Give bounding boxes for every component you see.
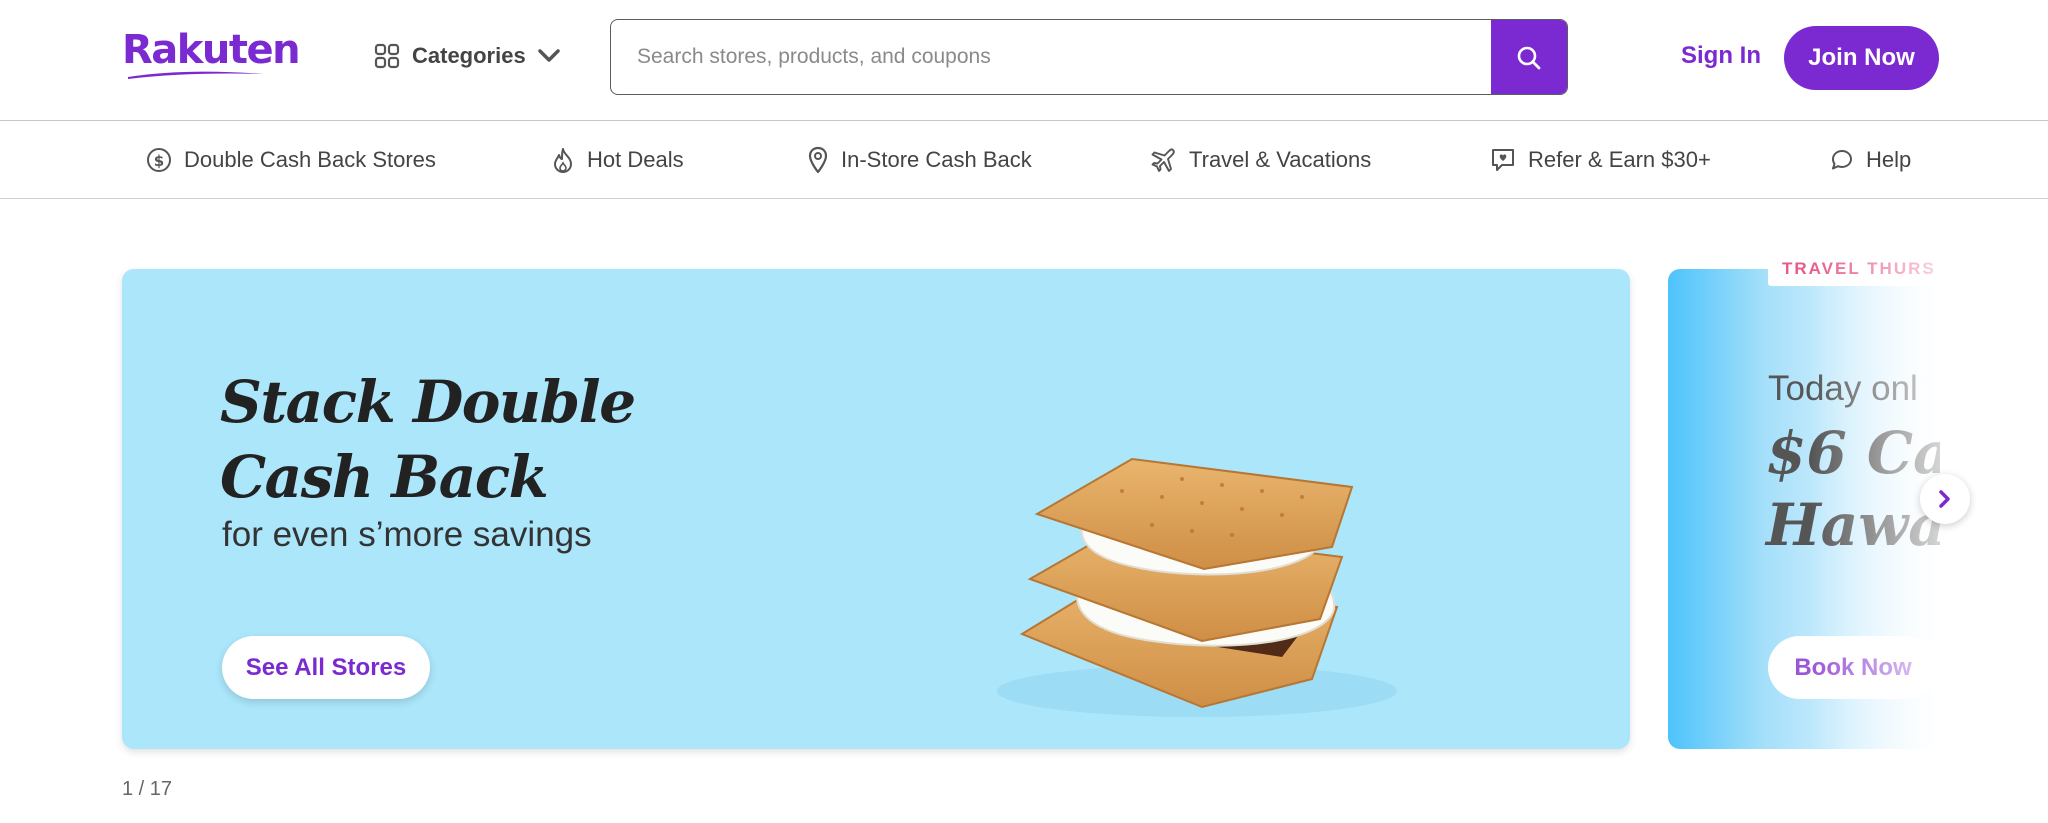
hero-slide-2[interactable]: Today onl $6 Cas Hawa Book Now [1668, 269, 1940, 749]
flame-icon [554, 148, 572, 173]
nav-item-refer-earn[interactable]: Refer & Earn $30+ [1490, 145, 1711, 175]
nav-item-label: Hot Deals [587, 147, 684, 172]
search-icon [1517, 46, 1541, 70]
airplane-icon [1151, 148, 1175, 172]
book-now-button[interactable]: Book Now [1768, 636, 1938, 699]
nav-item-hot-deals[interactable]: Hot Deals [551, 145, 684, 175]
join-now-button[interactable]: Join Now [1784, 26, 1939, 90]
search-button[interactable] [1491, 20, 1567, 94]
sign-in-link[interactable]: Sign In [1681, 42, 1761, 70]
nav-item-in-store[interactable]: In-Store Cash Back [807, 145, 1032, 175]
search-input[interactable] [611, 20, 1493, 93]
map-pin-icon [808, 146, 828, 174]
nav-item-label: Help [1866, 147, 1912, 172]
carousel-counter: 1 / 17 [122, 778, 173, 800]
slide-headline: Stack Double Cash Back [220, 368, 636, 511]
search-bar [610, 19, 1568, 95]
chevron-right-icon [1939, 490, 1950, 508]
chevron-down-icon [537, 49, 560, 62]
categories-label: Categories [412, 43, 526, 68]
svg-text:$: $ [154, 152, 164, 170]
grid-icon [374, 43, 400, 69]
see-all-stores-button[interactable]: See All Stores [222, 636, 430, 699]
slide-subhead: for even s’more savings [222, 515, 592, 554]
carousel-next-button[interactable] [1920, 474, 1970, 524]
nav-item-travel[interactable]: Travel & Vacations [1151, 145, 1371, 175]
travel-thursday-tag: TRAVEL THURS [1768, 252, 1940, 286]
smores-image [997, 457, 1397, 717]
site-header: Rakuten Categories Sign In Join N [0, 0, 2048, 121]
categories-menu[interactable]: Categories [374, 38, 560, 74]
logo-text: Rakuten [122, 27, 301, 73]
nav-item-double-cash-back[interactable]: $ Double Cash Back Stores [146, 145, 436, 175]
category-nav: $ Double Cash Back Stores Hot Deals In-S… [0, 121, 2048, 199]
nav-item-label: In-Store Cash Back [841, 147, 1032, 172]
nav-item-label: Refer & Earn $30+ [1528, 147, 1711, 172]
slide2-headline: $6 Cas Hawa [1766, 417, 1940, 561]
nav-item-label: Travel & Vacations [1189, 147, 1372, 172]
nav-item-help[interactable]: Help [1830, 145, 1911, 175]
logo-swoosh-icon [128, 71, 264, 79]
rakuten-logo[interactable]: Rakuten [122, 27, 301, 79]
nav-item-label: Double Cash Back Stores [184, 147, 436, 172]
hero-slide-1[interactable]: Stack Double Cash Back for even s’more s… [122, 269, 1630, 749]
dollar-circle-icon: $ [147, 148, 171, 172]
slide2-today-text: Today onl [1768, 369, 1918, 408]
slide2-headline-line2: Hawa [1766, 491, 1940, 559]
slide2-headline-line1: $6 Cas [1766, 419, 1940, 487]
chat-bubble-icon [1832, 150, 1852, 170]
heart-message-icon [1492, 149, 1514, 171]
